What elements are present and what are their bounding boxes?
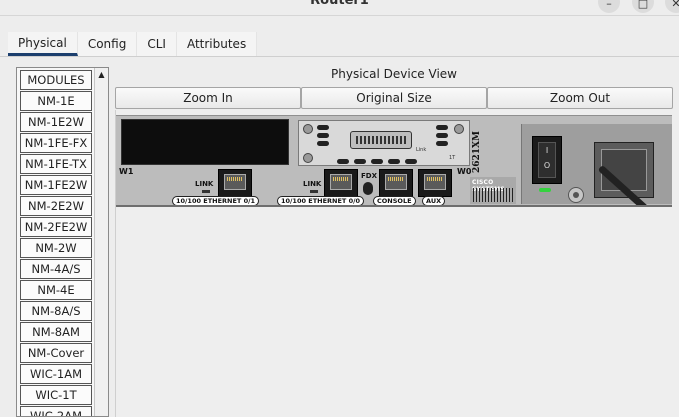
- physical-device-view-title: Physical Device View: [331, 67, 457, 81]
- serial-connector-icon[interactable]: [350, 131, 412, 149]
- console-port[interactable]: [379, 169, 413, 197]
- vent-slot: [317, 133, 329, 138]
- vent-slot: [405, 159, 417, 164]
- power-rocker-icon: I O: [538, 142, 556, 178]
- slot-label-w1: W1: [119, 167, 134, 176]
- power-panel: I O: [521, 124, 672, 205]
- module-item-nm-1fe-fx[interactable]: NM-1FE-FX: [20, 133, 92, 153]
- link-led-eth00: [310, 190, 318, 193]
- window-title: Router1: [310, 0, 369, 8]
- fdx-indicator: [363, 182, 373, 195]
- vent-slot: [317, 141, 329, 146]
- vent-slot: [354, 159, 366, 164]
- close-button[interactable]: ✕: [665, 0, 679, 13]
- tab-attributes[interactable]: Attributes: [176, 32, 258, 56]
- port-label-eth01: 10/100 ETHERNET 0/1: [172, 196, 260, 205]
- original-size-button[interactable]: Original Size: [301, 87, 487, 109]
- module-item-nm-1e[interactable]: NM-1E: [20, 91, 92, 111]
- switch-on-label: I: [545, 146, 549, 155]
- cisco-bridge-icon: [473, 188, 513, 202]
- power-led: [539, 188, 551, 192]
- ground-screw-icon: [568, 187, 584, 203]
- module-item-nm-1fe2w[interactable]: NM-1FE2W: [20, 175, 92, 195]
- vent-slot: [317, 125, 329, 130]
- wic-link-label: Link: [416, 147, 427, 153]
- maximize-button[interactable]: □: [632, 0, 654, 13]
- module-item-nm-2w[interactable]: NM-2W: [20, 238, 92, 258]
- module-list[interactable]: MODULES NM-1E NM-1E2W NM-1FE-FX NM-1FE-T…: [16, 67, 109, 417]
- module-item-wic-2am[interactable]: WIC-2AM: [20, 406, 92, 416]
- aux-port[interactable]: [418, 169, 452, 197]
- tab-bar: Physical Config CLI Attributes: [8, 32, 258, 56]
- module-items: MODULES NM-1E NM-1E2W NM-1FE-FX NM-1FE-T…: [20, 70, 92, 416]
- module-item-nm-8a-s[interactable]: NM-8A/S: [20, 301, 92, 321]
- module-item-nm-1fe-tx[interactable]: NM-1FE-TX: [20, 154, 92, 174]
- tab-config[interactable]: Config: [77, 32, 138, 56]
- minimize-button[interactable]: –: [598, 0, 620, 13]
- empty-wic-slot-w1[interactable]: [121, 119, 289, 165]
- scroll-up-arrow-icon[interactable]: ▲: [95, 68, 108, 81]
- switch-off-label: O: [543, 161, 551, 170]
- zoom-in-button[interactable]: Zoom In: [115, 87, 301, 109]
- cisco-logo: CISCO SYSTEMS: [470, 177, 516, 204]
- vent-slot: [436, 125, 448, 130]
- module-item-wic-1t[interactable]: WIC-1T: [20, 385, 92, 405]
- model-label: 2621XM: [472, 131, 482, 173]
- window-titlebar: Router1 – □ ✕: [0, 0, 679, 16]
- port-label-eth00: 10/100 ETHERNET 0/0: [277, 196, 365, 205]
- fastethernet0-1-port[interactable]: [218, 169, 252, 197]
- screw-icon: [303, 153, 313, 163]
- link-led-eth01: [202, 190, 210, 193]
- module-item-nm-2fe2w[interactable]: NM-2FE2W: [20, 217, 92, 237]
- module-item-nm-2e2w[interactable]: NM-2E2W: [20, 196, 92, 216]
- vent-slot: [371, 159, 383, 164]
- link-label-eth01: LINK: [195, 180, 214, 188]
- port-label-aux: AUX: [422, 196, 446, 205]
- fdx-label: FDX: [361, 172, 377, 180]
- module-item-nm-8am[interactable]: NM-8AM: [20, 322, 92, 342]
- vent-slot: [337, 159, 349, 164]
- tab-cli[interactable]: CLI: [137, 32, 177, 56]
- wic-type-label: 1T: [449, 155, 456, 161]
- wic-1t-card[interactable]: Link 1T: [298, 120, 470, 166]
- module-header[interactable]: MODULES: [20, 70, 92, 90]
- module-item-nm-4e[interactable]: NM-4E: [20, 280, 92, 300]
- link-label-eth00: LINK: [303, 180, 322, 188]
- device-view-canvas: W1 Link 1T W0 LINK 10/100 ETHERNET 0/1 L…: [115, 110, 679, 417]
- screw-icon: [454, 124, 464, 134]
- module-item-wic-1am[interactable]: WIC-1AM: [20, 364, 92, 384]
- module-item-nm-cover[interactable]: NM-Cover: [20, 343, 92, 363]
- module-item-nm-4a-s[interactable]: NM-4A/S: [20, 259, 92, 279]
- vent-slot: [436, 141, 448, 146]
- vent-slot: [436, 133, 448, 138]
- tab-divider: [0, 56, 679, 57]
- module-list-scrollbar[interactable]: ▲: [94, 68, 108, 416]
- zoom-out-button[interactable]: Zoom Out: [487, 87, 673, 109]
- screw-icon: [303, 124, 313, 134]
- vent-slot: [388, 159, 400, 164]
- fastethernet0-0-port[interactable]: [324, 169, 358, 197]
- router-chassis: W1 Link 1T W0 LINK 10/100 ETHERNET 0/1 L…: [116, 115, 672, 207]
- port-label-console: CONSOLE: [373, 196, 416, 205]
- module-item-nm-1e2w[interactable]: NM-1E2W: [20, 112, 92, 132]
- slot-label-w0: W0: [457, 167, 472, 176]
- tab-physical[interactable]: Physical: [8, 32, 78, 56]
- power-switch[interactable]: I O: [532, 136, 562, 184]
